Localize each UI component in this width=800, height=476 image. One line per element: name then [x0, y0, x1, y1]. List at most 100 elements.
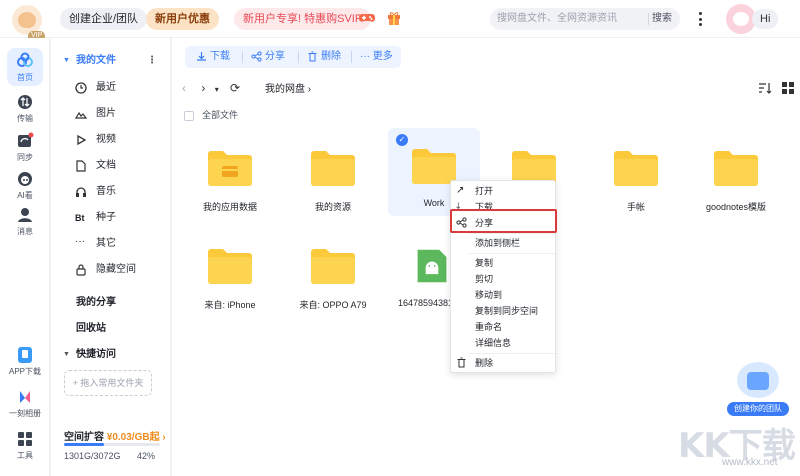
ctx-label: 复制到同步空间	[475, 306, 539, 316]
file-item[interactable]: 16478594381	[388, 228, 450, 316]
search-divider	[648, 13, 649, 25]
apk-icon	[417, 249, 447, 283]
create-team-button[interactable]: 创建企业/团队	[60, 8, 148, 30]
file-name: 手帐	[626, 202, 645, 212]
ctx-copy[interactable]: 复制	[451, 255, 557, 271]
ctx-label: 详细信息	[475, 338, 512, 348]
rail-transfer[interactable]: 传输	[0, 93, 50, 124]
grid-view-icon[interactable]	[782, 82, 794, 94]
breadcrumb: 我的网盘 ›	[265, 80, 311, 95]
rail-home[interactable]: 首页	[0, 48, 50, 86]
nav-more-icon[interactable]: ⋮	[147, 49, 157, 73]
file-item[interactable]: 来自: iPhone	[184, 228, 276, 316]
rail-sync[interactable]: 同步	[0, 132, 50, 163]
ctx-divider	[469, 353, 555, 354]
ctx-delete[interactable]: 删除	[451, 355, 557, 371]
file-item[interactable]: 我的资源	[287, 130, 379, 218]
nav-my-share[interactable]: 我的分享	[76, 293, 116, 308]
history-dropdown-icon[interactable]: ▾	[215, 85, 219, 94]
create-team-widget[interactable]: 创建你的团队	[727, 360, 789, 420]
rail-label: 传输	[17, 114, 33, 123]
select-all-row[interactable]: 全部文件	[184, 108, 238, 121]
delete-button[interactable]: 删除	[307, 46, 341, 68]
nav-label: 视频	[96, 134, 116, 145]
nav-quick-access[interactable]: ▼ 快捷访问	[51, 343, 171, 367]
sort-icon[interactable]	[758, 82, 772, 94]
nav-item-docs[interactable]: 文档	[51, 154, 171, 178]
gamepad-icon[interactable]	[359, 11, 375, 25]
file-item[interactable]: 手帐	[590, 130, 682, 218]
select-all-checkbox[interactable]	[184, 110, 194, 121]
toolbar-divider	[242, 51, 243, 63]
more-menu-icon[interactable]	[693, 9, 707, 29]
storage-bar-fill	[64, 443, 105, 446]
rail-label: 消息	[17, 227, 33, 236]
ai-icon	[18, 172, 32, 186]
ctx-label: 添加到侧栏	[475, 238, 521, 248]
history-nav: ‹ › ▾ ⟳	[182, 78, 240, 98]
storage-percent: 42%	[137, 451, 156, 461]
nav-item-videos[interactable]: 视频	[51, 128, 171, 152]
rail-ai[interactable]: AI看	[0, 170, 50, 201]
nav-label: 我的文件	[76, 55, 116, 66]
clock-icon	[75, 82, 87, 94]
bear-avatar-icon	[18, 12, 36, 28]
file-item[interactable]: 来自: OPPO A79	[287, 228, 379, 316]
file-item[interactable]: 我的应用数据	[184, 130, 276, 218]
rail-app-download[interactable]: APP下载	[0, 346, 50, 377]
nav-item-images[interactable]: 图片	[51, 102, 171, 126]
newuser-offer-button[interactable]: 新用户优惠	[146, 8, 219, 30]
toolbar-divider	[351, 51, 352, 63]
ctx-add-sidebar[interactable]: 添加到侧栏	[451, 235, 557, 251]
more-button[interactable]: ··· 更多	[360, 46, 393, 68]
rail-label: 工具	[17, 451, 33, 460]
nav-my-files[interactable]: ▼ 我的文件 ⋮	[51, 49, 171, 73]
user-logo[interactable]: VIP 7	[12, 5, 46, 49]
nav-item-torrent[interactable]: Bt 种子	[51, 206, 171, 230]
nav-item-music[interactable]: 音乐	[51, 180, 171, 204]
ctx-copy-to-sync[interactable]: 复制到同步空间	[451, 303, 557, 319]
file-item[interactable]: goodnotes模版	[690, 130, 782, 218]
storage-upgrade-link[interactable]: 空间扩容 ¥0.03/GB起 ›	[64, 428, 166, 443]
breadcrumb-root[interactable]: 我的网盘	[265, 84, 305, 95]
storage-title: 空间扩容	[64, 432, 104, 443]
team-cloud-icon	[737, 362, 779, 398]
pin-folder-dropzone[interactable]: + 拖入常用文件夹	[64, 370, 152, 396]
download-icon	[197, 51, 206, 61]
greeting-badge[interactable]: Hi	[752, 9, 779, 29]
chevron-right-icon: ›	[159, 432, 166, 443]
check-icon[interactable]: ✓	[396, 134, 408, 146]
transfer-icon	[18, 95, 32, 109]
ctx-label: 剪切	[475, 274, 494, 284]
search-input[interactable]: 搜网盘文件、全网资源资讯	[497, 8, 617, 30]
nav-item-hidden[interactable]: 隐藏空间	[51, 258, 171, 282]
svip-promo-button[interactable]: 新用户专享! 特惠购SVIP	[234, 8, 372, 30]
share-button[interactable]: 分享	[251, 46, 285, 68]
gift-icon[interactable]	[387, 10, 401, 25]
download-button[interactable]: 下载	[196, 46, 230, 68]
rail-message[interactable]: 消息	[0, 206, 50, 237]
file-name: 来自: iPhone	[204, 300, 256, 310]
forward-arrow-icon[interactable]: ›	[201, 81, 205, 95]
ctx-open[interactable]: ↗ 打开	[451, 183, 557, 199]
back-arrow-icon[interactable]: ‹	[182, 81, 186, 95]
left-rail: 首页 传输 同步 AI看 消息 APP下载 一刻相册 工具	[0, 38, 50, 476]
refresh-icon[interactable]: ⟳	[230, 81, 240, 95]
message-icon	[18, 208, 32, 222]
search-button[interactable]: 搜索	[652, 8, 672, 30]
nav-item-other[interactable]: ··· 其它	[51, 232, 171, 256]
trash-icon	[457, 357, 466, 368]
nav-item-recent[interactable]: 最近	[51, 76, 171, 100]
ctx-move-to[interactable]: 移动到	[451, 287, 557, 303]
ctx-cut[interactable]: 剪切	[451, 271, 557, 287]
bt-icon: Bt	[75, 213, 85, 223]
rail-album[interactable]: 一刻相册	[0, 388, 50, 419]
rail-label: 一刻相册	[9, 409, 41, 418]
ctx-details[interactable]: 详细信息	[451, 335, 557, 351]
nav-recycle[interactable]: 回收站	[76, 319, 106, 334]
search-box[interactable]: 搜网盘文件、全网资源资讯 搜索	[490, 8, 680, 30]
ctx-divider	[469, 253, 555, 254]
ctx-label: 复制	[475, 258, 494, 268]
ctx-rename[interactable]: 重命名	[451, 319, 557, 335]
rail-tools[interactable]: 工具	[0, 430, 50, 461]
